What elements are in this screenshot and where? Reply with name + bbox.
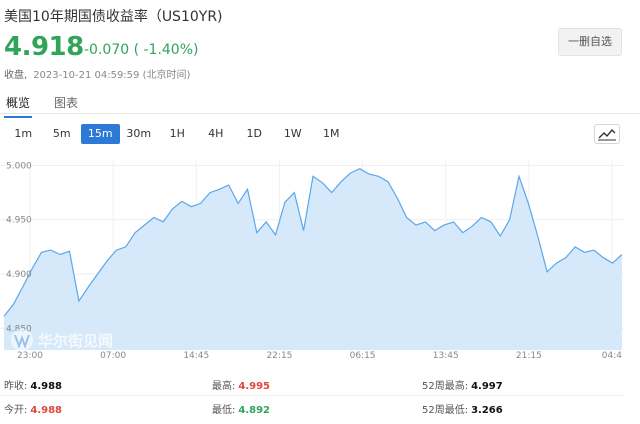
period-15m[interactable]: 15m: [81, 124, 120, 144]
status-label: 收盘,: [4, 70, 28, 81]
x-tick-label: 04:4: [602, 351, 622, 361]
stat-prev-close: 昨收: 4.988: [4, 377, 62, 392]
stat-value: 3.266: [471, 405, 503, 416]
y-tick-label: 4.950: [6, 216, 32, 226]
view-tabs: 概览 图表: [0, 88, 640, 118]
x-tick-label: 23:00: [17, 351, 43, 361]
stat-label: 最低:: [212, 405, 236, 416]
period-30m[interactable]: 30m: [120, 124, 159, 144]
x-tick-label: 13:45: [433, 351, 459, 361]
period-1mo[interactable]: 1M: [312, 124, 351, 144]
stat-value: 4.988: [30, 405, 63, 416]
period-1h[interactable]: 1H: [158, 124, 197, 144]
x-tick-label: 22:15: [266, 351, 292, 361]
stat-value: 4.988: [30, 381, 63, 392]
yield-chart[interactable]: 5.0004.9504.9004.85023:00 07:00 14:45 22:15…: [0, 150, 624, 365]
stat-label: 52周最低:: [422, 405, 469, 416]
stat-label: 今开:: [4, 405, 28, 416]
y-tick-label: 5.000: [6, 161, 32, 171]
stat-value: 4.997: [471, 381, 503, 392]
y-tick-label: 4.900: [6, 270, 32, 280]
stat-label: 52周最高:: [422, 381, 469, 392]
stats-panel: 昨收: 4.988 最高: 4.995 52周最高: 4.997 今开: 4.988 最…: [0, 368, 640, 424]
period-1w[interactable]: 1W: [274, 124, 313, 144]
x-tick-label: 07:00: [100, 351, 126, 361]
stat-open: 今开: 4.988: [4, 401, 62, 416]
period-4h[interactable]: 4H: [197, 124, 236, 144]
x-tick-label: 21:15: [516, 351, 542, 361]
stat-52w-high: 52周最高: 4.997: [422, 377, 503, 392]
x-tick-label: 06:15: [350, 351, 376, 361]
stats-row: 昨收: 4.988 最高: 4.995 52周最高: 4.997: [0, 372, 624, 396]
watermark-logo: 华尔街见闻: [11, 329, 113, 351]
stat-52w-low: 52周最低: 3.266: [422, 401, 503, 416]
instrument-title: 美国10年期国债收益率（US10YR): [4, 9, 223, 25]
stat-high: 最高: 4.995: [212, 377, 270, 392]
stat-value: 4.892: [238, 405, 271, 416]
line-chart-icon: [598, 128, 616, 141]
watermark-text: 华尔街见闻: [38, 332, 113, 350]
x-tick-label: 14:45: [183, 351, 209, 361]
stat-low: 最低: 4.892: [212, 401, 270, 416]
stats-row: 今开: 4.988 最低: 4.892 52周最低: 3.266: [0, 396, 624, 420]
period-1d[interactable]: 1D: [235, 124, 274, 144]
status-timestamp: 2023-10-21 04:59:59 (北京时间): [33, 70, 191, 81]
market-status: 收盘, 2023-10-21 04:59:59 (北京时间): [4, 66, 190, 81]
chart-type-button[interactable]: [594, 124, 620, 144]
tab-overview[interactable]: 概览: [3, 94, 33, 118]
price-change: -0.070 ( -1.40%): [84, 42, 199, 58]
tab-chart[interactable]: 图表: [54, 94, 78, 111]
stat-label: 最高:: [212, 381, 236, 392]
stat-value: 4.995: [238, 381, 271, 392]
remove-watchlist-button[interactable]: 一删自选: [558, 28, 622, 56]
period-selector: 1m 5m 15m 30m 1H 4H 1D 1W 1M: [4, 124, 351, 146]
last-price: 4.918: [4, 32, 84, 62]
period-1m[interactable]: 1m: [4, 124, 43, 144]
period-5m[interactable]: 5m: [43, 124, 82, 144]
stat-label: 昨收:: [4, 381, 28, 392]
